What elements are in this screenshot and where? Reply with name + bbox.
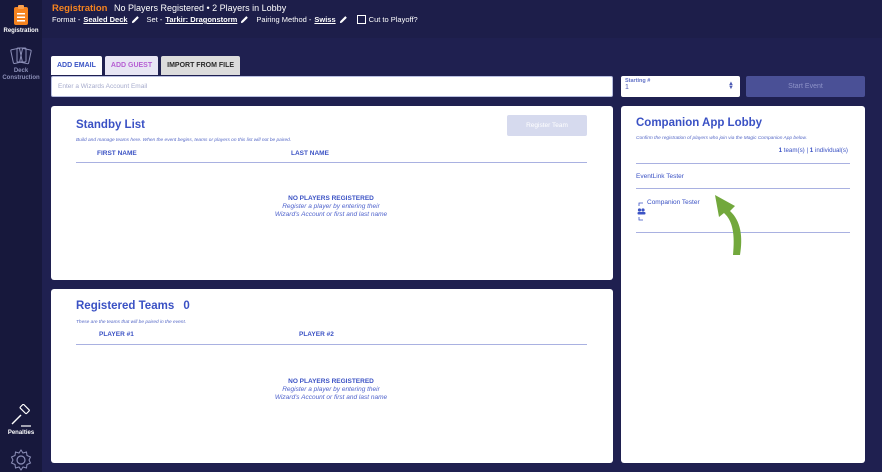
- standby-list-subtitle: Build and manage teams here. When the ev…: [76, 138, 292, 143]
- sidebar-item-label: Registration: [3, 28, 39, 34]
- companion-team-entry[interactable]: EventLink Tester: [636, 173, 684, 180]
- tab-add-guest[interactable]: ADD GUEST: [104, 56, 159, 75]
- column-last-name: LAST NAME: [291, 150, 329, 157]
- sidebar-item-registration[interactable]: Registration: [0, 4, 42, 35]
- clipboard-icon: [14, 5, 28, 25]
- page-title: Registration: [52, 3, 108, 14]
- standby-list-panel: Standby List Build and manage teams here…: [51, 106, 613, 280]
- individuals-count: 1: [809, 147, 814, 154]
- cards-icon: [10, 47, 32, 65]
- tab-add-email[interactable]: ADD EMAIL: [51, 56, 102, 75]
- cut-to-playoff-label: Cut to Playoff?: [368, 15, 418, 24]
- divider: [76, 344, 587, 345]
- registration-tabs: ADD EMAIL ADD GUEST IMPORT FROM FILE: [51, 56, 241, 75]
- companion-summary: 1 team(s) | 1 individual(s): [778, 147, 848, 154]
- column-first-name: FIRST NAME: [97, 150, 137, 157]
- register-team-button[interactable]: Register Team: [507, 115, 587, 136]
- empty-line-2: Wizard's Account or first and last name: [274, 394, 388, 401]
- companion-individual-entry[interactable]: Companion Tester: [636, 199, 700, 221]
- divider: [76, 162, 587, 163]
- set-label: Set -: [146, 15, 163, 24]
- companion-lobby-panel: Companion App Lobby Confirm the registra…: [621, 106, 865, 463]
- start-event-button[interactable]: Start Event: [746, 76, 865, 97]
- column-player-1: PLAYER #1: [99, 331, 134, 338]
- edit-pairing-icon[interactable]: [339, 15, 348, 24]
- empty-title: NO PLAYERS REGISTERED: [288, 378, 374, 385]
- starting-number-select[interactable]: Starting # 1 ▲ ▼: [621, 76, 740, 97]
- select-arrows-icon: ▲ ▼: [728, 81, 734, 91]
- standby-empty-state: NO PLAYERS REGISTERED Register a player …: [181, 195, 481, 219]
- registered-teams-subtitle: These are the teams that will be paired …: [76, 320, 187, 325]
- gear-icon: [10, 449, 32, 471]
- starting-number-value: 1: [625, 84, 629, 91]
- empty-title: NO PLAYERS REGISTERED: [288, 195, 374, 202]
- teams-count: 1: [778, 147, 783, 154]
- empty-line-1: Register a player by entering their: [282, 203, 380, 210]
- companion-lobby-title: Companion App Lobby: [636, 117, 763, 129]
- tab-import-from-file[interactable]: IMPORT FROM FILE: [161, 56, 241, 75]
- sidebar-item-deck-construction[interactable]: Deck Construction: [0, 46, 42, 82]
- column-player-2: PLAYER #2: [299, 331, 334, 338]
- registered-teams-count: 0: [183, 300, 190, 312]
- event-header: Registration No Players Registered • 2 P…: [42, 0, 882, 38]
- sidebar-item-penalties[interactable]: Penalties: [0, 404, 42, 437]
- companion-individual-name: Companion Tester: [647, 199, 700, 206]
- pairing-value[interactable]: Swiss: [314, 15, 335, 24]
- app-root: Registration Deck Construction Penalties: [0, 0, 882, 472]
- edit-format-icon[interactable]: [131, 15, 140, 24]
- empty-line-2: Wizard's Account or first and last name: [274, 211, 388, 218]
- set-value[interactable]: Tarkir: Dragonstorm: [165, 15, 237, 24]
- edit-set-icon[interactable]: [240, 15, 249, 24]
- event-settings-line: Format - Sealed Deck Set - Tarkir: Drago…: [52, 15, 418, 24]
- registration-status: No Players Registered • 2 Players in Lob…: [113, 3, 287, 13]
- email-input[interactable]: [51, 76, 613, 97]
- sidebar-item-label: Deck Construction: [2, 68, 40, 81]
- format-value[interactable]: Sealed Deck: [83, 15, 127, 24]
- companion-lobby-subtitle: Confirm the registration of players who …: [636, 136, 807, 141]
- sidebar: Registration Deck Construction Penalties: [0, 0, 42, 472]
- registered-teams-label: Registered Teams: [76, 300, 175, 312]
- teams-label: team(s): [783, 147, 805, 154]
- registered-teams-title: Registered Teams 0: [76, 300, 190, 312]
- divider: [636, 163, 850, 164]
- event-status-line: Registration No Players Registered • 2 P…: [52, 3, 286, 14]
- format-label: Format -: [52, 15, 81, 24]
- sidebar-item-settings[interactable]: [0, 449, 42, 472]
- standby-list-title: Standby List: [76, 119, 146, 131]
- sidebar-item-label: Penalties: [7, 430, 35, 436]
- pairing-label: Pairing Method -: [256, 15, 312, 24]
- player-pair-icon: [637, 202, 646, 221]
- empty-line-1: Register a player by entering their: [282, 386, 380, 393]
- registered-empty-state: NO PLAYERS REGISTERED Register a player …: [181, 378, 481, 402]
- individuals-label: individual(s): [814, 147, 848, 154]
- registered-teams-panel: Registered Teams 0 These are the teams t…: [51, 289, 613, 463]
- annotation-arrow-icon: [715, 195, 742, 255]
- gavel-icon: [11, 404, 31, 427]
- cut-to-playoff-checkbox[interactable]: [356, 15, 366, 24]
